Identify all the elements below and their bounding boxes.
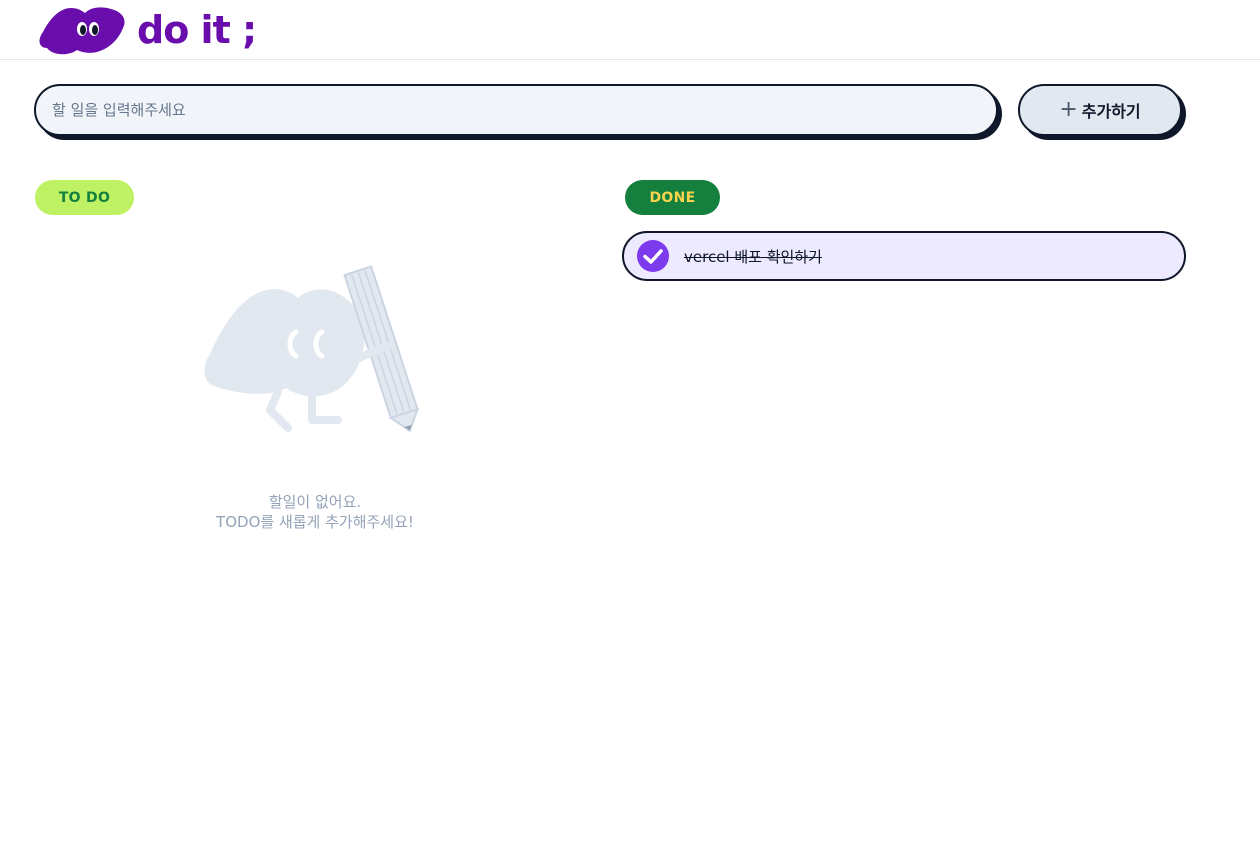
add-button-wrapper: + 추가하기 xyxy=(1018,84,1188,140)
empty-todo-message: 할일이 없어요. TODO를 새롭게 추가해주세요! xyxy=(165,492,465,532)
done-list-item[interactable]: vercel 배포 확인하기 xyxy=(622,231,1186,281)
empty-line-2: TODO를 새롭게 추가해주세요! xyxy=(216,513,414,531)
checked-circle-icon[interactable] xyxy=(636,239,670,273)
logo-text: do it ; xyxy=(137,8,257,52)
done-badge: DONE xyxy=(625,180,720,215)
empty-line-1: 할일이 없어요. xyxy=(268,493,362,511)
app-header: do it ; xyxy=(0,0,1260,60)
add-button-label: 추가하기 xyxy=(1081,102,1141,121)
logo[interactable]: do it ; xyxy=(37,4,257,56)
todo-badge: TO DO xyxy=(35,180,134,215)
cloud-character-icon xyxy=(39,7,125,55)
todo-input-wrapper xyxy=(34,84,1002,140)
todo-input[interactable] xyxy=(34,84,998,136)
cloud-pencil-illustration xyxy=(204,265,420,433)
add-todo-button[interactable]: + 추가하기 xyxy=(1018,84,1182,136)
done-item-label[interactable]: vercel 배포 확인하기 xyxy=(684,246,822,267)
plus-icon: + xyxy=(1059,97,1078,122)
